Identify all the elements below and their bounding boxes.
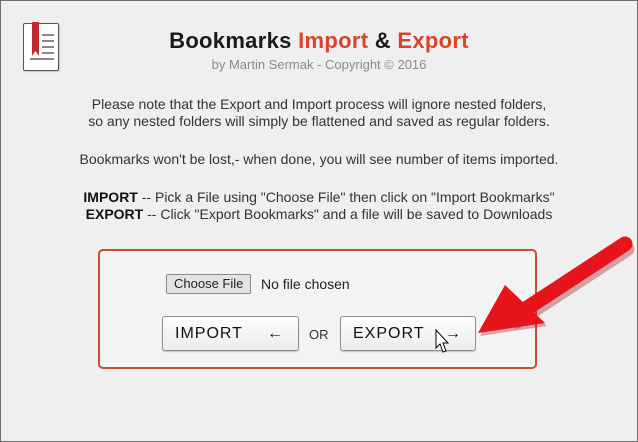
mouse-pointer-icon [435, 328, 450, 353]
red-arrow-icon [478, 236, 635, 336]
